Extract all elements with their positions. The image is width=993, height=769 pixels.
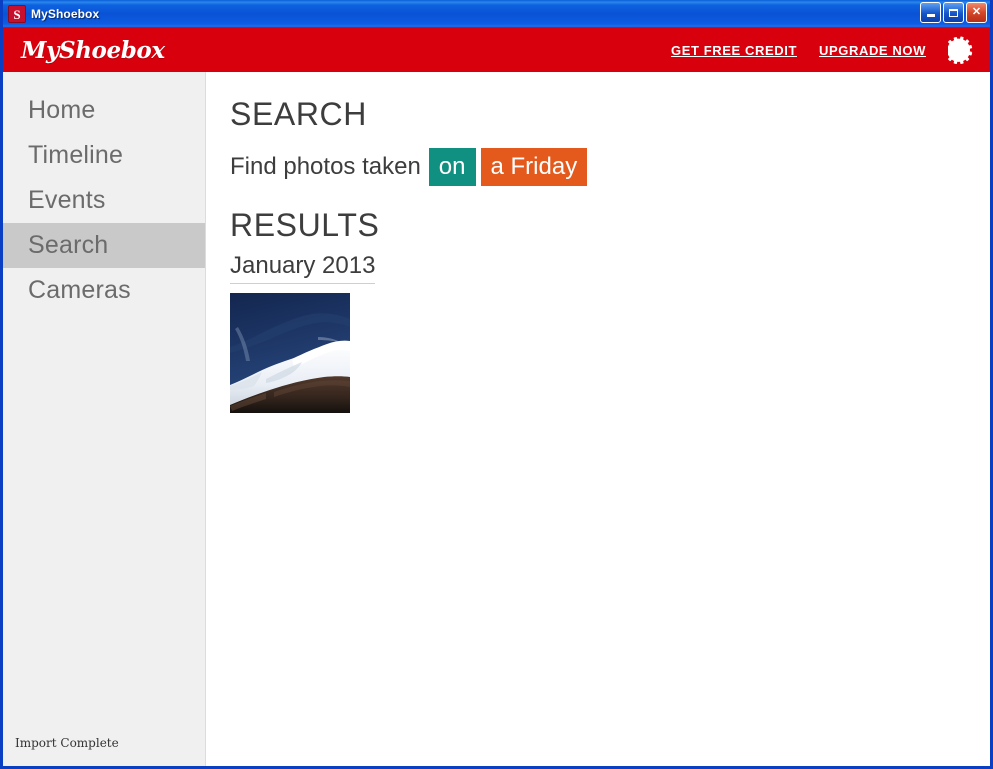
- header-actions: GET FREE CREDIT UPGRADE NOW: [671, 36, 976, 64]
- thumbnail-grid: [230, 293, 990, 414]
- page-title: SEARCH: [230, 96, 367, 132]
- photo-thumbnail[interactable]: [230, 293, 350, 414]
- sidebar-item-cameras[interactable]: Cameras: [3, 268, 205, 313]
- maximize-button[interactable]: [943, 2, 964, 23]
- query-prefix-label: Find photos taken: [230, 152, 421, 180]
- sidebar-item-label: Events: [28, 186, 106, 214]
- get-free-credit-link[interactable]: GET FREE CREDIT: [671, 43, 797, 58]
- sidebar-item-label: Search: [28, 231, 109, 259]
- status-text: Import Complete: [15, 736, 119, 750]
- main-content: SEARCH Find photos taken on a Friday RES…: [206, 72, 990, 766]
- minimize-button[interactable]: [920, 2, 941, 23]
- app-body: Home Timeline Events Search Cameras Impo…: [3, 72, 990, 766]
- sidebar-item-label: Timeline: [28, 141, 124, 169]
- window-controls: ✕: [920, 2, 987, 23]
- app-header: MyShoebox GET FREE CREDIT UPGRADE NOW: [3, 28, 990, 72]
- window-title: MyShoebox: [31, 7, 100, 21]
- query-token-value[interactable]: a Friday: [480, 147, 588, 186]
- upgrade-now-link[interactable]: UPGRADE NOW: [819, 43, 926, 58]
- gear-icon[interactable]: [948, 36, 976, 64]
- sidebar-item-label: Home: [28, 96, 96, 124]
- sidebar-item-search[interactable]: Search: [3, 223, 205, 268]
- sidebar-item-events[interactable]: Events: [3, 178, 205, 223]
- sidebar-item-label: Cameras: [28, 276, 131, 304]
- sidebar: Home Timeline Events Search Cameras Impo…: [3, 72, 206, 766]
- close-icon: ✕: [971, 6, 982, 18]
- result-group-label: January 2013: [230, 254, 376, 285]
- application-window: S MyShoebox ✕ MyShoebox GET FREE CREDIT …: [0, 0, 993, 769]
- title-bar[interactable]: S MyShoebox ✕: [3, 0, 990, 28]
- shoebox-s-icon: S: [8, 5, 26, 23]
- results-title: RESULTS: [230, 206, 380, 243]
- sidebar-item-timeline[interactable]: Timeline: [3, 133, 205, 178]
- search-query-builder: Find photos taken on a Friday: [230, 147, 990, 186]
- sidebar-nav: Home Timeline Events Search Cameras: [3, 72, 205, 313]
- sidebar-item-home[interactable]: Home: [3, 88, 205, 133]
- minimize-icon: [926, 14, 935, 17]
- result-group: January 2013: [230, 254, 990, 414]
- brand-logo[interactable]: MyShoebox: [21, 39, 165, 62]
- query-token-relation[interactable]: on: [428, 147, 476, 186]
- close-button[interactable]: ✕: [966, 2, 987, 23]
- maximize-icon: [949, 8, 958, 17]
